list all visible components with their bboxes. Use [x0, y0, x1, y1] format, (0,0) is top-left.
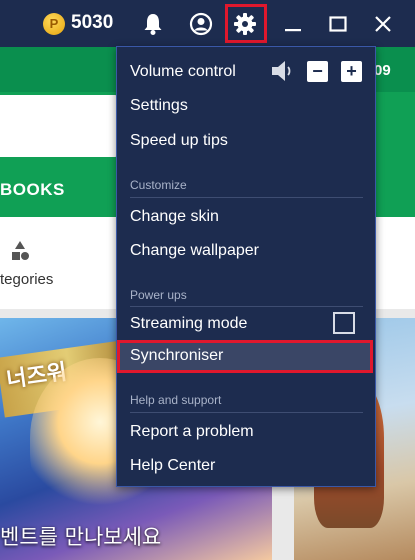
menu-item-streaming-mode[interactable]: Streaming mode	[130, 315, 247, 333]
status-time: 09	[374, 62, 391, 79]
menu-divider	[130, 306, 363, 307]
bell-icon[interactable]	[138, 9, 168, 39]
gear-icon[interactable]	[230, 9, 260, 39]
menu-divider	[130, 412, 363, 413]
menu-item-change-skin[interactable]: Change skin	[130, 208, 219, 226]
maximize-icon[interactable]	[323, 9, 353, 39]
volume-down-button[interactable]: −	[307, 61, 328, 82]
close-icon[interactable]	[368, 9, 398, 39]
menu-item-change-wallpaper[interactable]: Change wallpaper	[130, 242, 259, 260]
menu-divider	[130, 197, 363, 198]
menu-item-synchroniser[interactable]: Synchroniser	[130, 347, 223, 365]
tab-books[interactable]: BOOKS	[0, 180, 65, 200]
banner-text: 벤트를 만나보세요	[0, 525, 162, 549]
section-header-help-and-support: Help and support	[130, 393, 222, 407]
coin-icon: P	[43, 13, 65, 35]
minimize-icon[interactable]	[278, 9, 308, 39]
menu-item-report-a-problem[interactable]: Report a problem	[130, 423, 254, 441]
section-header-customize: Customize	[130, 178, 187, 192]
menu-item-settings[interactable]: Settings	[130, 97, 188, 115]
categories-label[interactable]: tegories	[0, 271, 53, 288]
section-header-power-ups: Power ups	[130, 288, 187, 302]
menu-item-speed-up-tips[interactable]: Speed up tips	[130, 132, 228, 150]
coin-count: 5030	[71, 12, 114, 33]
menu-item-help-center[interactable]: Help Center	[130, 457, 215, 475]
app-search-box[interactable]	[0, 95, 118, 157]
streaming-mode-checkbox[interactable]	[333, 312, 355, 334]
volume-up-button[interactable]: +	[341, 61, 362, 82]
categories-icon	[12, 241, 29, 260]
account-icon[interactable]	[186, 9, 216, 39]
speaker-icon[interactable]	[270, 60, 294, 82]
menu-item-volume-control: Volume control	[130, 63, 236, 80]
settings-menu: Volume control − + Settings Speed up tip…	[116, 46, 376, 487]
